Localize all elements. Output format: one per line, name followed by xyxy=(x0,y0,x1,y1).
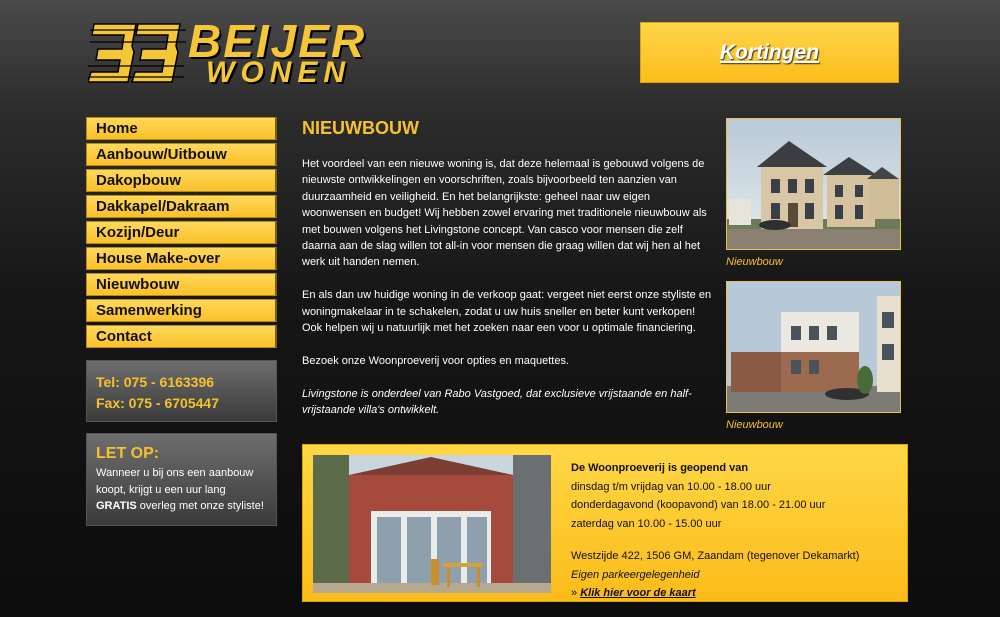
paragraph-intro: Het voordeel van een nieuwe woning is, d… xyxy=(302,158,707,269)
logo-text-bottom: WONEN xyxy=(206,56,351,89)
nav-item-dakopbouw[interactable]: Dakopbouw xyxy=(86,169,277,192)
house-photo-icon xyxy=(727,282,900,412)
house-photo-icon xyxy=(727,119,900,249)
opening-info: De Woonproeverij is geopend van dinsdag … xyxy=(571,459,859,603)
photo-nieuwbouw-villa[interactable] xyxy=(726,118,901,250)
fax-number: Fax: 075 - 6705447 xyxy=(96,395,219,411)
opening-hours-thursday: donderdagavond (koopavond) van 18.00 - 2… xyxy=(571,499,826,511)
page-title: NIEUWBOUW xyxy=(302,118,419,138)
main-content: Het voordeel van een nieuwe woning is, d… xyxy=(302,156,712,435)
paragraph-sale: En als dan uw huidige woning in de verko… xyxy=(302,289,712,335)
woonproeverij-photo xyxy=(313,455,551,593)
contact-box: Tel: 075 - 6163396 Fax: 075 - 6705447 xyxy=(86,360,277,422)
nav-item-contact[interactable]: Contact xyxy=(86,325,277,348)
house-photo-icon xyxy=(313,455,551,593)
nav-item-house-makeover[interactable]: House Make-over xyxy=(86,247,277,270)
photo-caption-1: Nieuwbouw xyxy=(726,256,783,268)
opening-hours-weekdays: dinsdag t/m vrijdag van 10.00 - 18.00 uu… xyxy=(571,480,771,493)
opening-heading: De Woonproeverij is geopend van xyxy=(571,462,749,474)
map-line: » Klik hier voor de kaart xyxy=(571,584,859,603)
paragraph-visit: Bezoek onze Woonproeverij voor opties en… xyxy=(302,354,570,367)
main-nav: Home Aanbouw/Uitbouw Dakopbouw Dakkapel/… xyxy=(86,117,277,351)
notice-text-part1: Wanneer u bij ons een aanbouw koopt, kri… xyxy=(96,467,254,496)
logo-mark-icon xyxy=(88,23,186,83)
kortingen-link[interactable]: Kortingen xyxy=(720,41,819,65)
map-link[interactable]: Klik hier voor de kaart xyxy=(580,587,696,599)
nav-item-dakkapel[interactable]: Dakkapel/Dakraam xyxy=(86,195,277,218)
phone-number: Tel: 075 - 6163396 xyxy=(96,374,215,390)
notice-text-bold: GRATIS xyxy=(96,500,137,512)
nav-item-nieuwbouw[interactable]: Nieuwbouw xyxy=(86,273,277,296)
notice-title: LET OP: xyxy=(96,445,160,462)
opening-hours-saturday: zaterdag van 10.00 - 15.00 uur xyxy=(571,517,722,530)
notice-text: Wanneer u bij ons een aanbouw koopt, kri… xyxy=(96,465,267,515)
kortingen-banner[interactable]: Kortingen xyxy=(640,22,899,83)
notice-text-part2: overleg met onze styliste! xyxy=(136,500,264,512)
nav-item-kozijn[interactable]: Kozijn/Deur xyxy=(86,221,277,244)
logo[interactable]: BEIJER WONEN xyxy=(88,15,388,90)
nav-item-aanbouw[interactable]: Aanbouw/Uitbouw xyxy=(86,143,277,166)
paragraph-livingstone: Livingstone is onderdeel van Rabo Vastgo… xyxy=(302,387,692,417)
woonproeverij-panel: De Woonproeverij is geopend van dinsdag … xyxy=(302,444,908,602)
photo-caption-2: Nieuwbouw xyxy=(726,419,783,431)
photo-nieuwbouw-modern[interactable] xyxy=(726,281,901,413)
nav-item-home[interactable]: Home xyxy=(86,117,277,140)
map-link-prefix: » xyxy=(571,587,581,599)
notice-box: LET OP: Wanneer u bij ons een aanbouw ko… xyxy=(86,433,277,526)
parking-info: Eigen parkeergelegenheid xyxy=(571,568,700,581)
nav-item-samenwerking[interactable]: Samenwerking xyxy=(86,299,277,322)
address: Westzijde 422, 1506 GM, Zaandam (tegenov… xyxy=(571,550,860,562)
